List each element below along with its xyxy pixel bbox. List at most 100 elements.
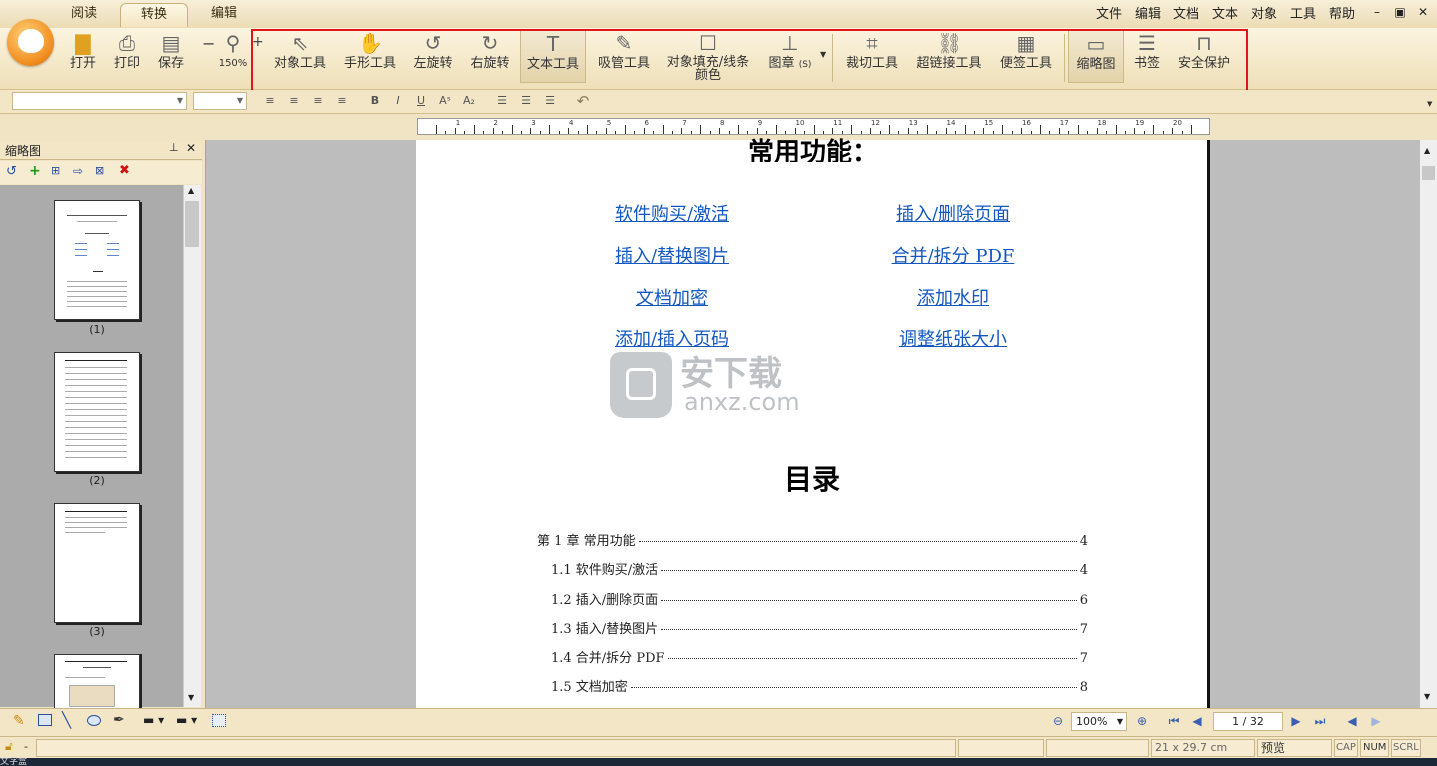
- font-size-select[interactable]: ▼: [193, 92, 247, 110]
- menu-object[interactable]: 对象: [1251, 3, 1277, 22]
- line-width-select[interactable]: ▬ ▾: [176, 713, 197, 727]
- replace-page-icon[interactable]: ⊠: [95, 164, 104, 177]
- last-page-icon[interactable]: ⏭: [1313, 714, 1327, 728]
- pen-icon[interactable]: ✒: [113, 712, 125, 728]
- menu-help[interactable]: 帮助: [1329, 3, 1355, 22]
- disk-icon: ▤: [161, 31, 181, 55]
- next-page-icon[interactable]: ▶: [1289, 714, 1303, 728]
- thumbnail-page-2[interactable]: [54, 352, 140, 472]
- app-logo[interactable]: [7, 19, 54, 66]
- status-dash: -: [24, 740, 28, 753]
- zoom-in-icon[interactable]: ⊕: [1135, 714, 1149, 728]
- align-center-icon[interactable]: ≡: [286, 93, 302, 109]
- ruler-tick: [662, 125, 664, 134]
- toc-entry[interactable]: 第 1 章 常用功能 4: [537, 530, 1088, 549]
- bold-icon[interactable]: B: [367, 93, 383, 109]
- undo-icon[interactable]: ↶: [575, 93, 591, 109]
- minimize-icon[interactable]: –: [1368, 5, 1386, 21]
- scroll-down-icon[interactable]: ▼: [1424, 692, 1430, 701]
- toc-entry[interactable]: 1.2 插入/删除页面 6: [551, 589, 1088, 608]
- ruler-label: 18: [1097, 119, 1107, 127]
- tab-edit[interactable]: 编辑: [198, 3, 250, 27]
- link-insert-replace-image[interactable]: 插入/替换图片: [582, 242, 762, 268]
- delete-page-icon[interactable]: ✖: [119, 163, 130, 178]
- page-number-field[interactable]: 1 / 32: [1213, 712, 1283, 731]
- forward-icon[interactable]: ▶: [1369, 714, 1383, 728]
- line-style-select[interactable]: ▬ ▾: [143, 713, 164, 727]
- rectangle-icon[interactable]: [38, 714, 52, 726]
- ruler-tick: [1077, 125, 1079, 134]
- menu-file[interactable]: 文件: [1096, 3, 1122, 22]
- scroll-up-icon[interactable]: ▲: [188, 186, 194, 195]
- link-purchase-activate[interactable]: 软件购买/激活: [582, 200, 762, 226]
- para-spacing-icon[interactable]: ☰: [518, 93, 534, 109]
- toc-entry[interactable]: 1.1 软件购买/激活 4: [551, 559, 1088, 578]
- link-merge-split-pdf[interactable]: 合并/拆分 PDF: [858, 242, 1048, 268]
- zoom-out-icon[interactable]: −: [202, 34, 215, 53]
- italic-icon[interactable]: I: [390, 93, 406, 109]
- ribbon-expand-icon[interactable]: ▼: [1427, 100, 1432, 108]
- scroll-down-icon[interactable]: ▼: [188, 693, 194, 702]
- menu-edit[interactable]: 编辑: [1135, 3, 1161, 22]
- rotate-page-icon[interactable]: ↺: [6, 164, 17, 179]
- scroll-thumb[interactable]: [1422, 166, 1435, 180]
- tab-read[interactable]: 阅读: [60, 3, 108, 27]
- align-right-icon[interactable]: ≡: [310, 93, 326, 109]
- toc-entry[interactable]: 1.3 插入/替换图片 7: [551, 618, 1088, 637]
- menu-document[interactable]: 文档: [1173, 3, 1199, 22]
- font-family-select[interactable]: ▼: [12, 92, 187, 110]
- insert-page-icon[interactable]: ⊞: [51, 164, 60, 177]
- close-icon[interactable]: ✕: [1414, 5, 1432, 21]
- underline-icon[interactable]: U: [413, 93, 429, 109]
- pencil-icon[interactable]: ✎: [13, 713, 25, 729]
- ruler-tick: [436, 125, 437, 134]
- zoom-out-icon[interactable]: ⊖: [1051, 714, 1065, 728]
- print-button[interactable]: ⎙ 打印: [108, 32, 146, 82]
- open-button[interactable]: ▇ 打开: [64, 32, 102, 82]
- scroll-thumb[interactable]: [185, 201, 199, 247]
- sidebar-scrollbar[interactable]: ▲ ▼: [183, 185, 201, 707]
- menu-tools[interactable]: 工具: [1290, 3, 1316, 22]
- save-button[interactable]: ▤ 保存: [152, 32, 190, 82]
- toc-entry[interactable]: 1.4 合并/拆分 PDF 7: [551, 647, 1088, 666]
- link-add-watermark[interactable]: 添加水印: [858, 284, 1048, 310]
- ellipse-icon[interactable]: [87, 715, 101, 726]
- link-document-encrypt[interactable]: 文档加密: [582, 284, 762, 310]
- scroll-lock-indicator: SCRL: [1391, 739, 1421, 757]
- tab-convert[interactable]: 转换: [120, 3, 188, 27]
- extract-page-icon[interactable]: ⇨: [73, 164, 83, 178]
- prev-page-icon[interactable]: ◀: [1190, 714, 1204, 728]
- toc-entry[interactable]: 1.5 文档加密 8: [551, 676, 1088, 695]
- ruler-tick: [926, 125, 928, 134]
- back-icon[interactable]: ◀: [1345, 714, 1359, 728]
- pin-icon[interactable]: ⊥: [169, 141, 179, 154]
- ruler-label: 5: [606, 119, 612, 127]
- justify-icon[interactable]: ≡: [334, 93, 350, 109]
- link-resize-paper[interactable]: 调整纸张大小: [858, 325, 1048, 351]
- menu-text[interactable]: 文本: [1212, 3, 1238, 22]
- zoom-select[interactable]: 100% ▼: [1071, 712, 1127, 731]
- maximize-icon[interactable]: ▣: [1391, 5, 1409, 21]
- ruler-tick: [964, 125, 966, 134]
- add-page-icon[interactable]: +: [29, 163, 41, 179]
- line-spacing-icon[interactable]: ☰: [494, 93, 510, 109]
- sidebar-close-icon[interactable]: ✕: [186, 141, 196, 155]
- thumbnail-page-3[interactable]: [54, 503, 140, 623]
- scroll-up-icon[interactable]: ▲: [1424, 146, 1430, 155]
- zoom-button[interactable]: ⚲ 150%: [216, 32, 250, 82]
- align-left-icon[interactable]: ≡: [262, 93, 278, 109]
- thumbnail-page-4[interactable]: [54, 654, 140, 708]
- line-icon[interactable]: ╲: [62, 711, 71, 729]
- document-scrollbar[interactable]: ▲ ▼: [1420, 140, 1437, 708]
- thumbnail-page-1[interactable]: [54, 200, 140, 320]
- lock-icon: 🔓︎: [5, 739, 13, 753]
- superscript-icon[interactable]: Aˢ: [437, 93, 453, 109]
- subscript-icon[interactable]: A₂: [461, 93, 477, 109]
- select-area-icon[interactable]: [212, 714, 226, 727]
- ruler-label: 14: [946, 119, 956, 127]
- printer-icon: ⎙: [119, 31, 135, 55]
- first-page-icon[interactable]: ⏮: [1167, 714, 1181, 728]
- link-insert-delete-page[interactable]: 插入/删除页面: [858, 200, 1048, 226]
- indent-icon[interactable]: ☰: [542, 93, 558, 109]
- ruler-label: 17: [1059, 119, 1069, 127]
